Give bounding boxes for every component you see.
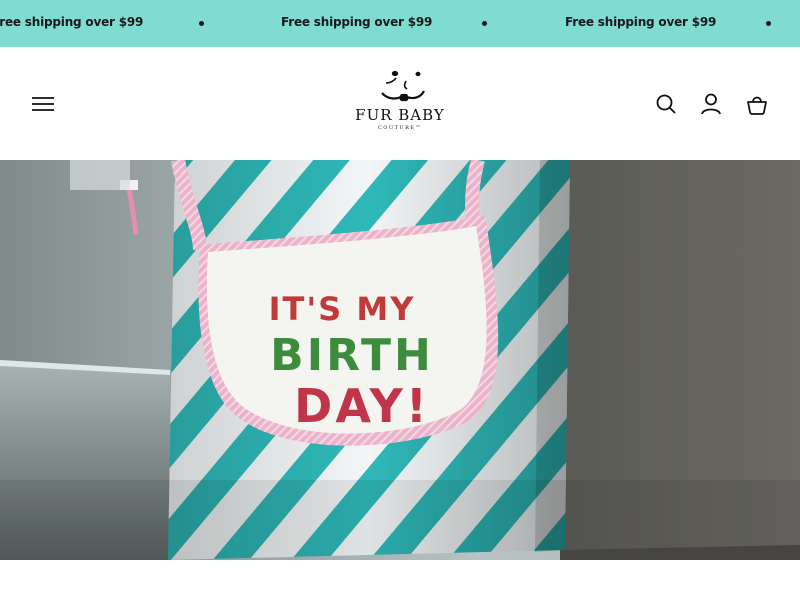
hamburger-menu-icon [32, 97, 54, 111]
brand-name: FUR BABY [355, 106, 445, 124]
menu-button[interactable] [31, 94, 55, 114]
announcement-message: Free shipping over $99 [281, 15, 433, 29]
birthday-bib-photo: IT'S MY BIRTH DAY! [0, 160, 800, 560]
cart-button[interactable] [746, 92, 768, 116]
bib-text-line2: BIRTH [270, 330, 434, 381]
search-button[interactable] [655, 93, 677, 115]
separator-dot [766, 21, 771, 26]
shopping-basket-icon [747, 96, 767, 115]
announcement-bar: Free shipping over $99 Free shipping ove… [0, 0, 800, 47]
announcement-message: Free shipping over $99 [0, 15, 144, 29]
user-icon [701, 93, 721, 115]
brand-subtitle: COUTURE™ [377, 125, 423, 131]
account-button[interactable] [700, 92, 722, 116]
bib-text-line3: DAY! [294, 379, 430, 433]
announcement-message: Free shipping over $99 [565, 15, 717, 29]
separator-dot [482, 21, 487, 26]
dog-face-logo-icon [381, 70, 425, 102]
separator-dot [199, 21, 204, 26]
brand-logo[interactable]: FUR BABY COUTURE™ [348, 69, 452, 139]
search-icon [656, 94, 676, 114]
bib-text-line1: IT'S MY [269, 290, 416, 328]
hero-banner-image[interactable]: IT'S MY BIRTH DAY! [0, 160, 800, 560]
site-header: FUR BABY COUTURE™ [0, 47, 800, 160]
